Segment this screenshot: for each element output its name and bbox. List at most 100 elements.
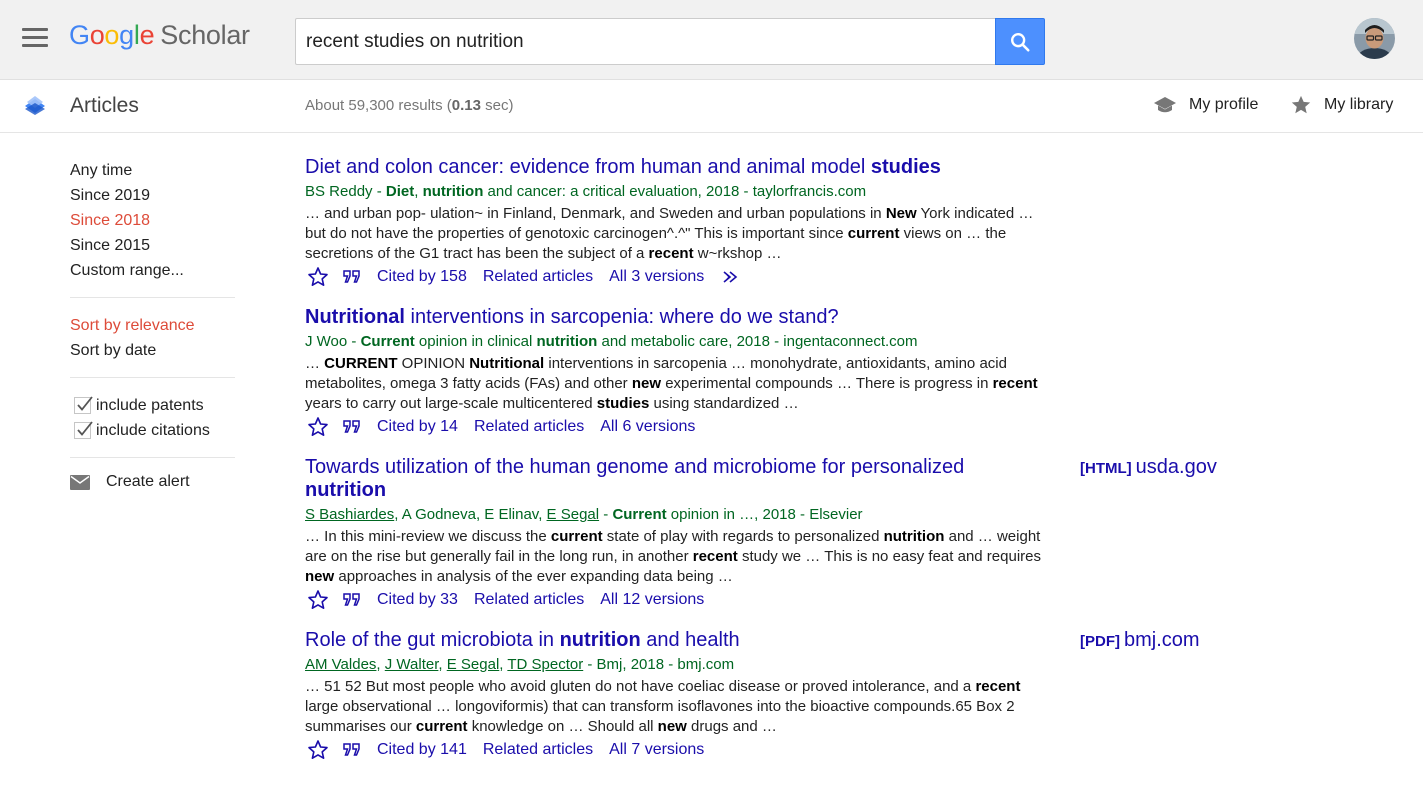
cite-quote-icon[interactable] <box>342 740 362 760</box>
divider <box>70 297 235 298</box>
user-avatar[interactable] <box>1354 18 1395 59</box>
divider <box>70 457 235 458</box>
save-star-icon[interactable] <box>307 416 329 438</box>
result-stats: About 59,300 results (0.13 sec) <box>305 97 513 114</box>
my-profile-link[interactable]: My profile <box>1153 94 1258 116</box>
result-title-link[interactable]: Role of the gut microbiota in nutrition … <box>305 629 1050 652</box>
author-link[interactable]: AM Valdes <box>305 656 376 673</box>
meta-segment: nutrition <box>536 333 598 350</box>
title-segment: Diet <box>305 156 341 178</box>
all-versions-link[interactable]: All 12 versions <box>600 591 704 609</box>
time-filter-since-2018[interactable]: Since 2018 <box>70 208 235 233</box>
snippet-segment: experimental compounds … There is progre… <box>661 375 993 392</box>
time-filter-since-2019[interactable]: Since 2019 <box>70 183 235 208</box>
stats-time: 0.13 <box>451 97 481 114</box>
cited-by-link[interactable]: Cited by 158 <box>377 268 467 286</box>
search-box <box>295 18 996 65</box>
search-icon <box>1011 32 1030 52</box>
save-star-icon[interactable] <box>307 739 329 761</box>
meta-segment: opinion in clinical <box>414 333 537 350</box>
all-versions-link[interactable]: All 3 versions <box>609 268 704 286</box>
meta-segment: and metabolic care, 2018 - ingentaconnec… <box>597 333 918 350</box>
result-title-link[interactable]: Nutritional interventions in sarcopenia:… <box>305 306 1050 329</box>
meta-segment: J Woo - <box>305 333 361 350</box>
result-snippet: … In this mini-review we discuss the cur… <box>305 527 1050 587</box>
google-scholar-logo[interactable]: Google Scholar <box>69 20 250 51</box>
all-versions-link[interactable]: All 6 versions <box>600 418 695 436</box>
cited-by-link[interactable]: Cited by 141 <box>377 741 467 759</box>
snippet-segment: nutrition <box>883 528 945 545</box>
result-authors-source: AM Valdes, J Walter, E Segal, TD Spector… <box>305 655 1415 674</box>
time-filter-any-time[interactable]: Any time <box>70 158 235 183</box>
meta-segment: , A Godneva, E Elinav, <box>394 506 547 523</box>
result-actions: Cited by 158 Related articles All 3 versio… <box>305 265 1415 289</box>
meta-segment: - <box>599 506 613 523</box>
meta-segment: Current <box>612 506 667 523</box>
result-actions: Cited by 14 Related articles All 6 version… <box>305 415 1415 439</box>
include-citations-checkbox[interactable]: include citations <box>70 418 235 443</box>
envelope-icon <box>70 474 90 490</box>
title-segment: Towards utilization of the human genome … <box>305 456 965 478</box>
save-star-icon[interactable] <box>307 266 329 288</box>
more-chevrons-icon[interactable] <box>722 270 742 284</box>
title-segment: nutrition <box>559 629 641 651</box>
search-input[interactable] <box>296 19 996 64</box>
title-segment: and colon cancer: evidence from human an… <box>340 156 871 178</box>
search-result: Role of the gut microbiota in nutrition … <box>305 629 1415 762</box>
snippet-segment: new <box>657 718 687 735</box>
author-link[interactable]: J Walter <box>385 656 439 673</box>
meta-segment: , <box>376 656 385 673</box>
full-text-link[interactable]: [PDF] bmj.com <box>1080 629 1200 652</box>
time-filter-since-2015[interactable]: Since 2015 <box>70 233 235 258</box>
author-link[interactable]: TD Spector <box>507 656 583 673</box>
author-link[interactable]: E Segal <box>447 656 500 673</box>
snippet-segment: w~rkshop … <box>693 245 782 262</box>
title-segment: nutrition <box>305 479 387 501</box>
related-articles-link[interactable]: Related articles <box>474 591 584 609</box>
author-link[interactable]: E Segal <box>547 506 600 523</box>
filter-sidebar: Any time Since 2019 Since 2018 Since 201… <box>70 158 235 491</box>
author-link[interactable]: S Bashiardes <box>305 506 394 523</box>
result-authors-source: BS Reddy - Diet, nutrition and cancer: a… <box>305 182 1415 201</box>
full-text-link[interactable]: [HTML] usda.gov <box>1080 456 1217 479</box>
snippet-segment: new <box>305 568 335 585</box>
all-versions-link[interactable]: All 7 versions <box>609 741 704 759</box>
logo-letter: o <box>89 20 105 50</box>
meta-segment: Diet <box>385 183 415 200</box>
stats-suffix: sec) <box>480 97 514 114</box>
result-title-link[interactable]: Towards utilization of the human genome … <box>305 456 1050 502</box>
cite-quote-icon[interactable] <box>342 590 362 610</box>
related-articles-link[interactable]: Related articles <box>474 418 584 436</box>
cite-quote-icon[interactable] <box>342 267 362 287</box>
save-star-icon[interactable] <box>307 589 329 611</box>
sort-by-relevance[interactable]: Sort by relevance <box>70 313 235 338</box>
snippet-segment: … 51 52 But most people who avoid gluten… <box>305 678 976 695</box>
sort-by-date[interactable]: Sort by date <box>70 338 235 363</box>
snippet-segment: years to carry out large-scale multicent… <box>305 395 597 412</box>
snippet-segment: studies <box>596 395 650 412</box>
search-button[interactable] <box>995 18 1045 65</box>
cite-quote-icon[interactable] <box>342 417 362 437</box>
related-articles-link[interactable]: Related articles <box>483 268 593 286</box>
hamburger-menu-icon[interactable] <box>22 28 48 50</box>
snippet-segment: state of play with regards to personaliz… <box>602 528 884 545</box>
snippet-segment: … In this mini-review we discuss the <box>305 528 551 545</box>
related-articles-link[interactable]: Related articles <box>483 741 593 759</box>
result-actions: Cited by 33 Related articles All 12 versio… <box>305 588 1415 612</box>
meta-segment: and cancer: a critical evaluation, 2018 … <box>483 183 867 200</box>
snippet-segment: New <box>885 205 917 222</box>
time-filter-custom-range[interactable]: Custom range... <box>70 258 235 283</box>
title-segment: and health <box>640 629 740 651</box>
snippet-segment: drugs and … <box>686 718 777 735</box>
cited-by-link[interactable]: Cited by 14 <box>377 418 458 436</box>
create-alert-link[interactable]: Create alert <box>70 473 235 491</box>
result-title-link[interactable]: Diet and colon cancer: evidence from hum… <box>305 156 1050 179</box>
section-title: Articles <box>70 94 139 117</box>
my-library-link[interactable]: My library <box>1290 94 1393 116</box>
avatar-image <box>1354 18 1395 59</box>
meta-segment: nutrition <box>422 183 484 200</box>
logo-letter: g <box>119 20 134 50</box>
include-patents-checkbox[interactable]: include patents <box>70 393 235 418</box>
top-bar: Google Scholar <box>0 0 1423 80</box>
cited-by-link[interactable]: Cited by 33 <box>377 591 458 609</box>
